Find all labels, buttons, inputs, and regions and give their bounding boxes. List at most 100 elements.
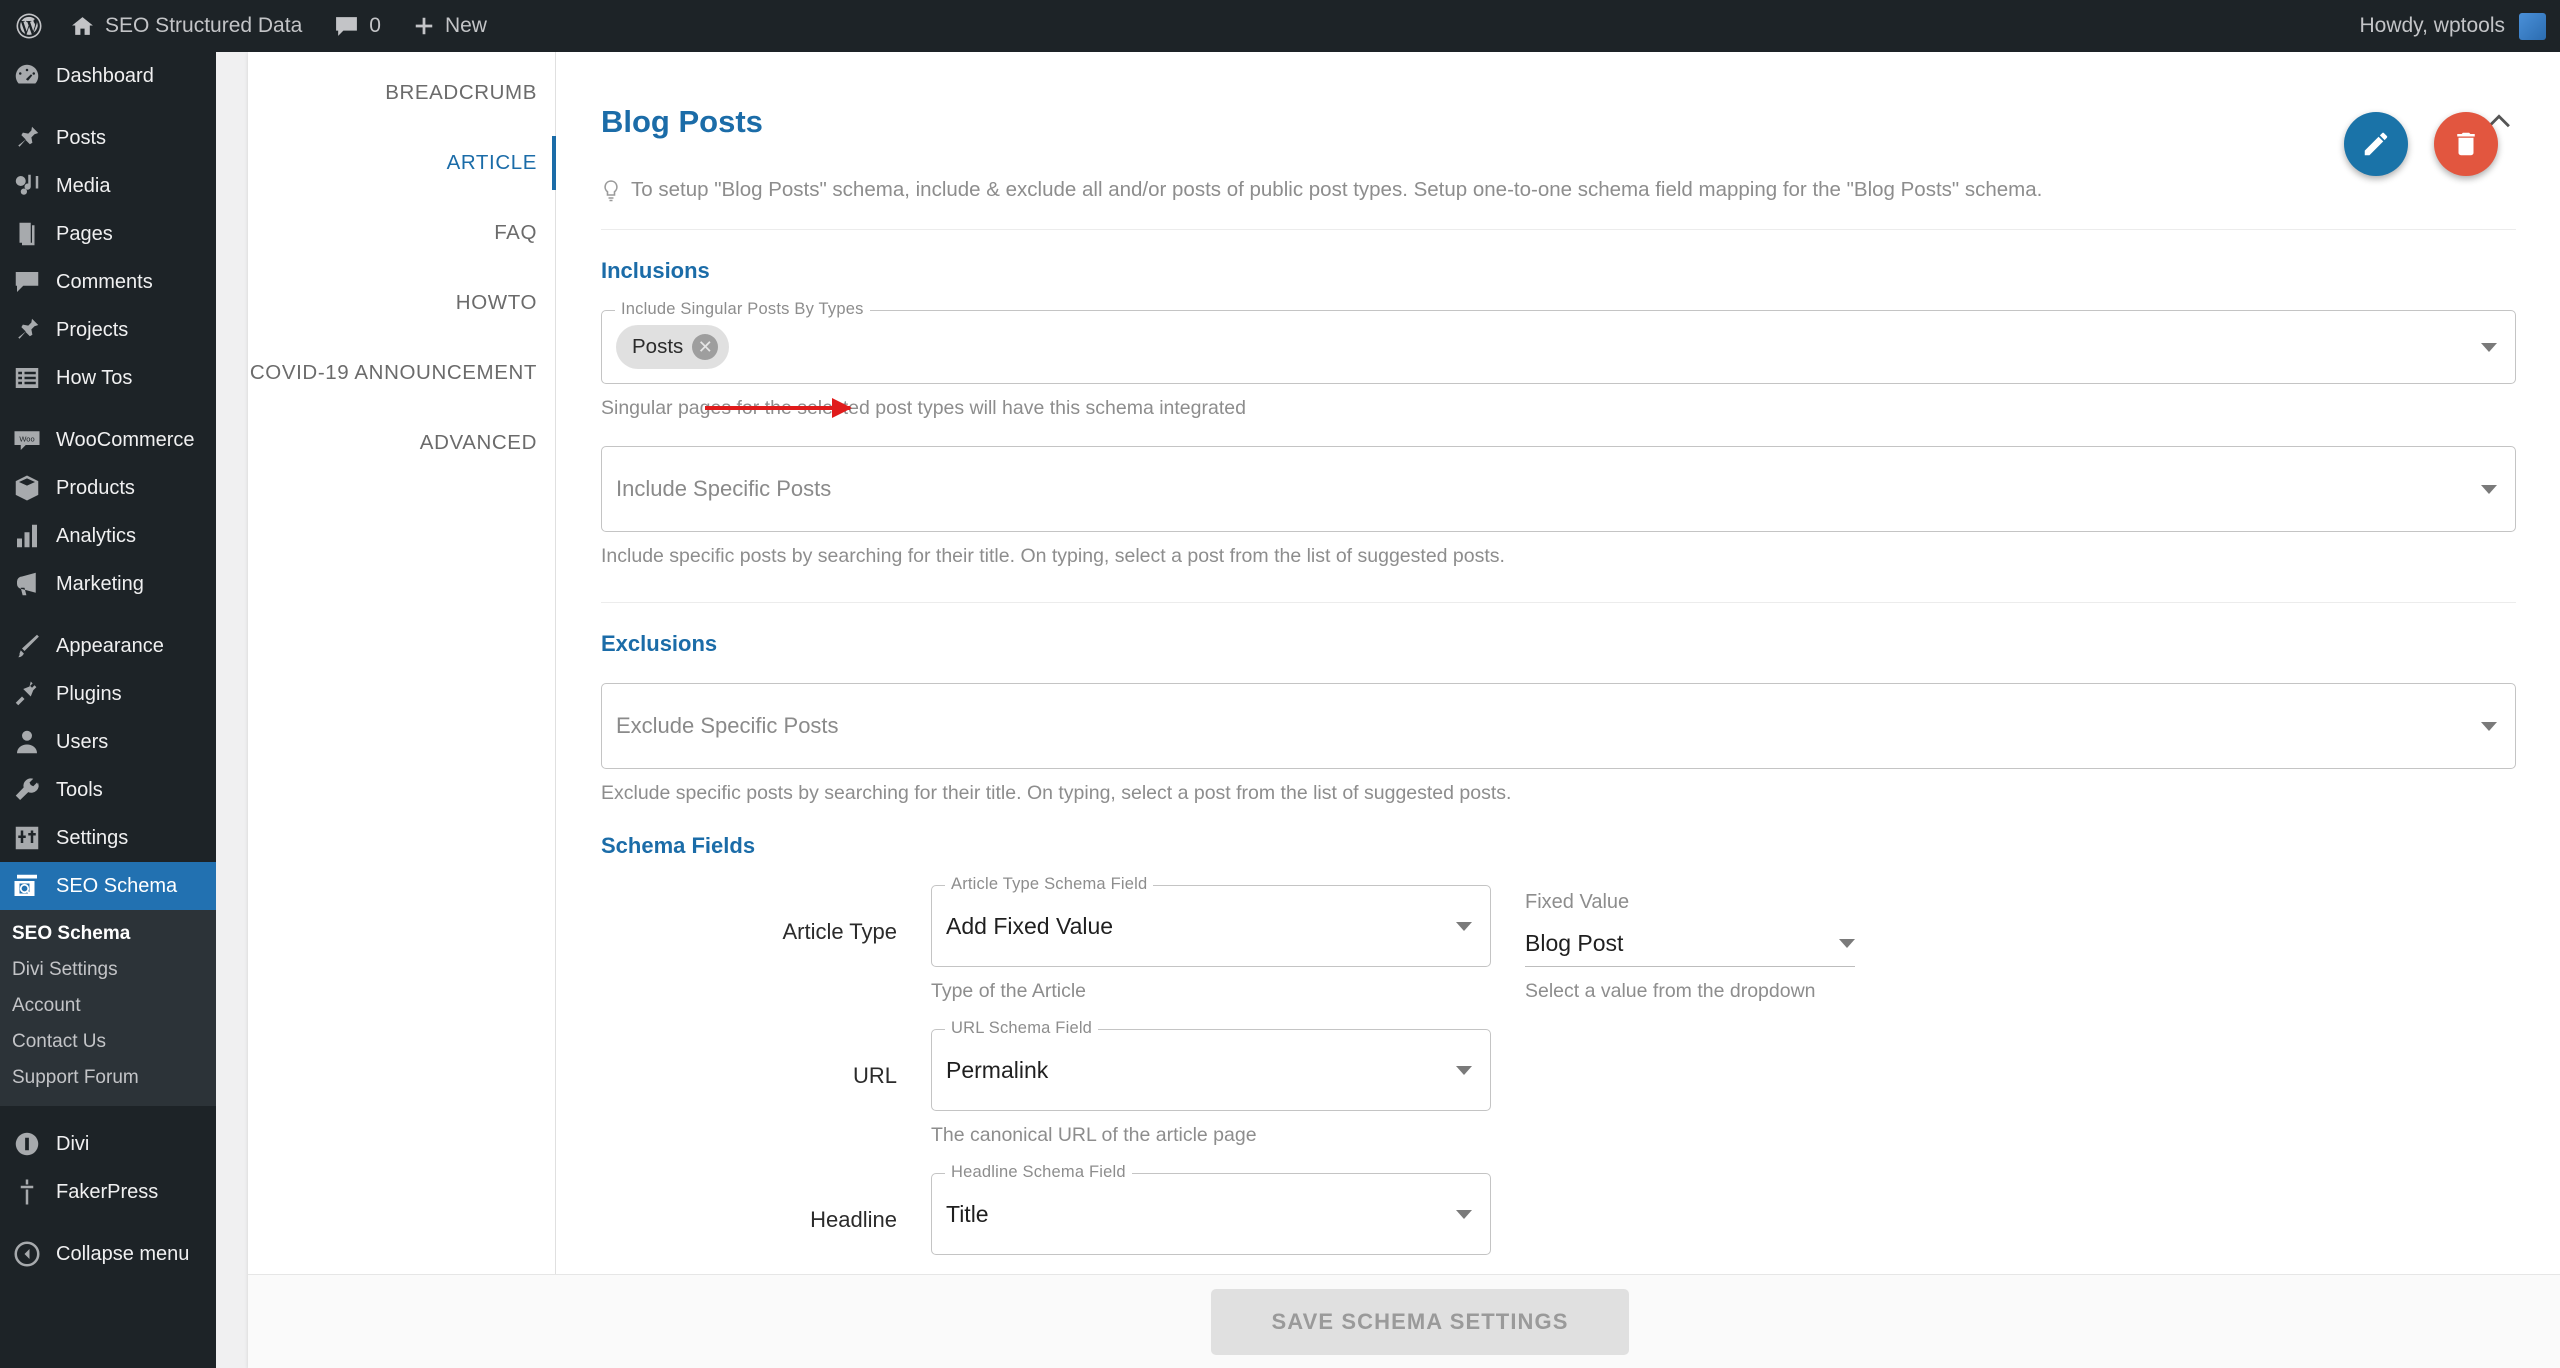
sidebar-item-products[interactable]: Products [0,464,216,512]
sidebar-item-label: Appearance [56,634,164,657]
sidebar-item-pages[interactable]: Pages [0,210,216,258]
exclusions-heading: Exclusions [601,631,718,656]
post-type-chip[interactable]: Posts ✕ [616,325,730,369]
sidebar-item-plugins[interactable]: Plugins [0,670,216,718]
inclusions-heading: Inclusions [601,258,710,283]
collapse-icon [12,1239,42,1269]
trash-icon [2457,132,2475,156]
tab-breadcrumb[interactable]: BREADCRUMB [248,58,555,128]
fixed-value-helper: Select a value from the dropdown [1525,980,1816,1002]
sidebar-item-seo-schema[interactable]: SEO Schema [0,862,224,910]
include-specific-posts-field[interactable]: Include Specific Posts [601,446,2516,532]
sidebar-item-analytics[interactable]: Analytics [0,512,216,560]
article-type-select[interactable]: Article Type Schema Field Add Fixed Valu… [931,875,1491,967]
submenu-item-contact-us[interactable]: Contact Us [0,1024,216,1060]
menu-separator [0,608,216,622]
comment-icon [12,267,42,297]
submenu-item-seo-schema[interactable]: SEO Schema [0,916,216,952]
schema-field-row-url: URL URL Schema Field Permalink The canon… [601,1019,2516,1147]
sidebar-item-media[interactable]: Media [0,162,216,210]
field-label: Article Type [782,919,897,944]
submenu-item-support-forum[interactable]: Support Forum [0,1060,216,1096]
new-label: New [444,14,487,37]
card-description-text: To setup "Blog Posts" schema, include & … [631,178,2043,201]
chevron-down-icon[interactable] [2481,484,2497,494]
include-post-types-field[interactable]: Include Singular Posts By Types Posts ✕ [601,300,2516,384]
chevron-down-icon[interactable] [2481,342,2497,352]
sidebar-item-label: Posts [56,126,107,149]
sidebar-item-woocommerce[interactable]: Woo WooCommerce [0,416,216,464]
comments-menu[interactable]: 0 [318,0,397,52]
tab-howto[interactable]: HOWTO [248,268,555,338]
sidebar-item-how-tos[interactable]: How Tos [0,354,216,402]
faker-icon [12,1177,42,1207]
submenu-item-account[interactable]: Account [0,988,216,1024]
seo-schema-submenu: SEO Schema Divi Settings Account Contact… [0,910,216,1106]
field-value: Permalink [946,1056,1049,1083]
tab-faq[interactable]: FAQ [248,198,555,268]
include-specific-posts-helper: Include specific posts by searching for … [601,545,1505,567]
media-icon [12,171,42,201]
submenu-item-divi-settings[interactable]: Divi Settings [0,952,216,988]
sidebar-item-label: Analytics [56,524,137,547]
sidebar-item-label: Comments [56,270,153,293]
pin-icon [12,315,42,345]
pages-icon [12,219,42,249]
sidebar-item-posts[interactable]: Posts [0,114,216,162]
new-content-menu[interactable]: New [397,0,503,52]
sidebar-item-settings[interactable]: Settings [0,814,216,862]
sidebar-item-collapse-menu[interactable]: Collapse menu [0,1230,216,1278]
card-description: To setup "Blog Posts" schema, include & … [601,178,2516,230]
chevron-down-icon[interactable] [1839,939,1855,948]
site-name-menu[interactable]: SEO Structured Data [54,0,318,52]
schema-type-tabs: BREADCRUMB ARTICLE FAQ HOWTO COVID-19 AN… [248,52,556,1368]
avatar[interactable] [2519,12,2546,40]
sidebar-item-dashboard[interactable]: Dashboard [0,52,216,100]
sidebar-item-appearance[interactable]: Appearance [0,622,216,670]
headline-select[interactable]: Headline Schema Field Title [931,1163,1491,1255]
sidebar-item-label: Tools [56,778,103,801]
sidebar-item-divi[interactable]: Divi [0,1120,216,1168]
pin-icon [12,123,42,153]
tab-article[interactable]: ARTICLE [248,128,556,198]
include-post-types-helper: Singular pages for the selected post typ… [601,397,1246,419]
woo-icon: Woo [12,425,42,455]
divi-icon [12,1129,42,1159]
sidebar-item-label: Users [56,730,109,753]
sidebar-item-projects[interactable]: Projects [0,306,216,354]
tab-advanced[interactable]: ADVANCED [248,408,555,478]
sidebar-item-marketing[interactable]: Marketing [0,560,216,608]
box-icon [12,473,42,503]
url-select[interactable]: URL Schema Field Permalink [931,1019,1491,1111]
edit-schema-button[interactable] [2344,112,2408,176]
sidebar-item-label: Projects [56,318,129,341]
chevron-down-icon[interactable] [2481,721,2497,731]
fixed-value-select[interactable]: Blog Post [1525,930,1855,967]
post-type-chip-label: Posts [632,335,684,358]
delete-schema-button[interactable] [2434,112,2498,176]
field-helper: Type of the Article [931,980,1087,1002]
sidebar-item-tools[interactable]: Tools [0,766,216,814]
wp-logo-menu[interactable] [0,0,54,52]
sidebar-item-fakerpress[interactable]: FakerPress [0,1168,216,1216]
save-schema-settings-button[interactable]: Save Schema Settings [1211,1288,1629,1355]
close-icon[interactable]: ✕ [692,334,719,360]
schema-panel: BREADCRUMB ARTICLE FAQ HOWTO COVID-19 AN… [248,52,2560,1368]
howdy-greeting[interactable]: Howdy, wptools [2359,14,2505,38]
sidebar-item-comments[interactable]: Comments [0,258,216,306]
sidebar-item-label: Pages [56,222,113,245]
menu-separator [0,1106,216,1120]
fixed-value-group: Fixed Value Blog Post Select a value fro… [1525,885,1855,1003]
menu-separator [0,100,216,114]
tab-covid-19-announcement[interactable]: COVID-19 ANNOUNCEMENT [248,338,555,408]
admin-sidebar-menu: Dashboard Posts Media Pages Comments Pro… [0,52,224,1368]
chevron-down-icon[interactable] [1456,921,1472,931]
exclude-specific-posts-helper: Exclude specific posts by searching for … [601,782,1512,804]
exclude-specific-posts-field[interactable]: Exclude Specific Posts [601,683,2516,769]
user-icon [12,727,42,757]
chevron-down-icon[interactable] [1456,1209,1472,1219]
sidebar-item-label: SEO Schema [56,874,178,897]
chevron-down-icon[interactable] [1456,1065,1472,1075]
sidebar-item-users[interactable]: Users [0,718,216,766]
wrench-icon [12,775,42,805]
